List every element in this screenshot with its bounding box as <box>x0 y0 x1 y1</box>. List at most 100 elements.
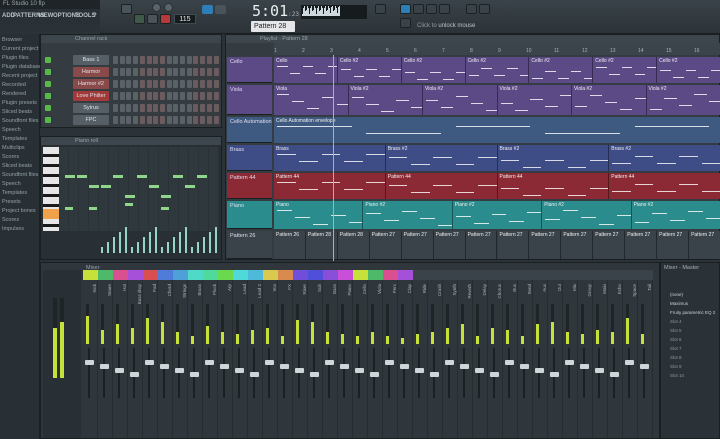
fader-cap[interactable] <box>265 360 274 365</box>
step-button[interactable] <box>133 104 139 112</box>
strip-color-tab[interactable] <box>413 270 428 280</box>
step-button[interactable] <box>153 92 159 100</box>
mixer-strip[interactable]: Strings <box>173 270 188 438</box>
strip-fader-track[interactable] <box>118 348 120 398</box>
strip-fader-track[interactable] <box>523 348 525 398</box>
strip-fader-track[interactable] <box>538 348 540 398</box>
strip-color-tab[interactable] <box>608 270 623 280</box>
fader-cap[interactable] <box>340 364 349 369</box>
strip-fader-track[interactable] <box>163 348 165 398</box>
midi-note[interactable] <box>125 203 133 206</box>
mixer-strip[interactable]: Viola <box>368 270 383 438</box>
step-button[interactable] <box>126 116 132 124</box>
strip-fader-track[interactable] <box>358 348 360 398</box>
strip-fader-track[interactable] <box>238 348 240 398</box>
browser-item[interactable]: Plugin files <box>2 55 29 61</box>
fader-cap[interactable] <box>280 364 289 369</box>
fader-cap[interactable] <box>130 372 139 377</box>
midi-note[interactable] <box>65 175 75 178</box>
step-button[interactable] <box>159 104 165 112</box>
browser-item[interactable]: Soundfont files <box>2 118 38 124</box>
playlist-clip[interactable]: Brass #2 <box>609 145 720 171</box>
strip-fader-track[interactable] <box>298 348 300 398</box>
strip-fader-track[interactable] <box>223 348 225 398</box>
strip-color-tab[interactable] <box>98 270 113 280</box>
main-volume-knob[interactable] <box>152 3 161 12</box>
playhead[interactable] <box>333 55 334 261</box>
strip-color-tab[interactable] <box>293 270 308 280</box>
fader-cap[interactable] <box>160 364 169 369</box>
strip-color-tab[interactable] <box>233 270 248 280</box>
playlist-clip[interactable]: Cello #2 <box>465 57 530 83</box>
browser-item[interactable]: Multiclips <box>2 145 25 151</box>
master-strip[interactable] <box>43 270 81 438</box>
midi-note[interactable] <box>161 195 171 198</box>
strip-color-tab[interactable] <box>158 270 173 280</box>
step-button[interactable] <box>180 116 185 124</box>
velocity-bar[interactable] <box>113 237 115 253</box>
midi-note[interactable] <box>89 207 97 210</box>
playlist-clip[interactable]: Viola #2 <box>646 85 720 115</box>
fader-cap[interactable] <box>175 368 184 373</box>
velocity-bar[interactable] <box>209 232 211 253</box>
strip-color-tab[interactable] <box>548 270 563 280</box>
step-button[interactable] <box>180 56 185 64</box>
tempo-display[interactable]: 115 <box>174 14 196 24</box>
link-icon[interactable] <box>400 18 411 28</box>
track-lane[interactable]: Piano Piano #2 Piano #2 Piano #2 Piano #2 <box>274 201 720 229</box>
strip-color-tab[interactable] <box>383 270 398 280</box>
playlist-clip[interactable]: Cello #2 <box>657 57 720 83</box>
browser-icon[interactable] <box>413 4 424 14</box>
browser-item[interactable]: Recent project <box>2 73 37 79</box>
fader-cap[interactable] <box>475 368 484 373</box>
fader-cap[interactable] <box>370 372 379 377</box>
mixer-strip[interactable]: Brass <box>188 270 203 438</box>
channel-name-button[interactable]: Love Philter <box>73 91 109 101</box>
fader-cap[interactable] <box>445 360 454 365</box>
snap-mode-button[interactable] <box>202 5 213 14</box>
strip-color-tab[interactable] <box>518 270 533 280</box>
strip-fader-track[interactable] <box>148 348 150 398</box>
mixer-strip[interactable]: Crash <box>428 270 443 438</box>
strip-color-tab[interactable] <box>488 270 503 280</box>
mixer-strip[interactable]: Hat <box>113 270 128 438</box>
mixer-strip[interactable]: Tail <box>638 270 653 438</box>
step-button[interactable] <box>200 80 206 88</box>
strip-fader-track[interactable] <box>598 348 600 398</box>
fader-cap[interactable] <box>415 368 424 373</box>
browser-item[interactable]: Presets <box>2 199 21 205</box>
midi-note[interactable] <box>125 195 135 198</box>
midi-note[interactable] <box>149 185 159 188</box>
velocity-bar[interactable] <box>107 242 109 253</box>
playlist-clip[interactable]: Pattern 28 <box>337 231 370 259</box>
track-lane[interactable]: Cello Automation envelope <box>274 117 720 143</box>
mixer-strip[interactable]: Riser <box>293 270 308 438</box>
midi-note[interactable] <box>113 175 123 178</box>
step-sequencer[interactable] <box>113 116 221 124</box>
step-button[interactable] <box>213 56 219 64</box>
velocity-bar[interactable] <box>125 227 127 253</box>
strip-fader-track[interactable] <box>463 348 465 398</box>
step-button[interactable] <box>146 92 152 100</box>
step-button[interactable] <box>139 68 145 76</box>
strip-color-tab[interactable] <box>353 270 368 280</box>
channel-name-button[interactable]: Sytrus <box>73 103 109 113</box>
step-button[interactable] <box>173 92 179 100</box>
strip-color-tab[interactable] <box>278 270 293 280</box>
strip-color-tab[interactable] <box>443 270 458 280</box>
playlist-clip[interactable]: Pattern 27 <box>561 231 594 259</box>
fader-cap[interactable] <box>190 372 199 377</box>
step-button[interactable] <box>166 104 172 112</box>
strip-color-tab[interactable] <box>308 270 323 280</box>
playlist-clip[interactable]: Viola #2 <box>348 85 423 115</box>
mixer-strip[interactable]: Clap <box>398 270 413 438</box>
velocity-bar[interactable] <box>101 247 103 253</box>
channel-name-button[interactable]: Harmor <box>73 67 109 77</box>
mixer-strip[interactable]: Group <box>578 270 593 438</box>
fx-slot[interactable]: (none) <box>664 291 718 299</box>
mixer-strip[interactable]: Perc <box>383 270 398 438</box>
step-button[interactable] <box>193 80 199 88</box>
mixer-strip[interactable]: FX <box>278 270 293 438</box>
strip-color-tab[interactable] <box>428 270 443 280</box>
step-button[interactable] <box>159 68 165 76</box>
